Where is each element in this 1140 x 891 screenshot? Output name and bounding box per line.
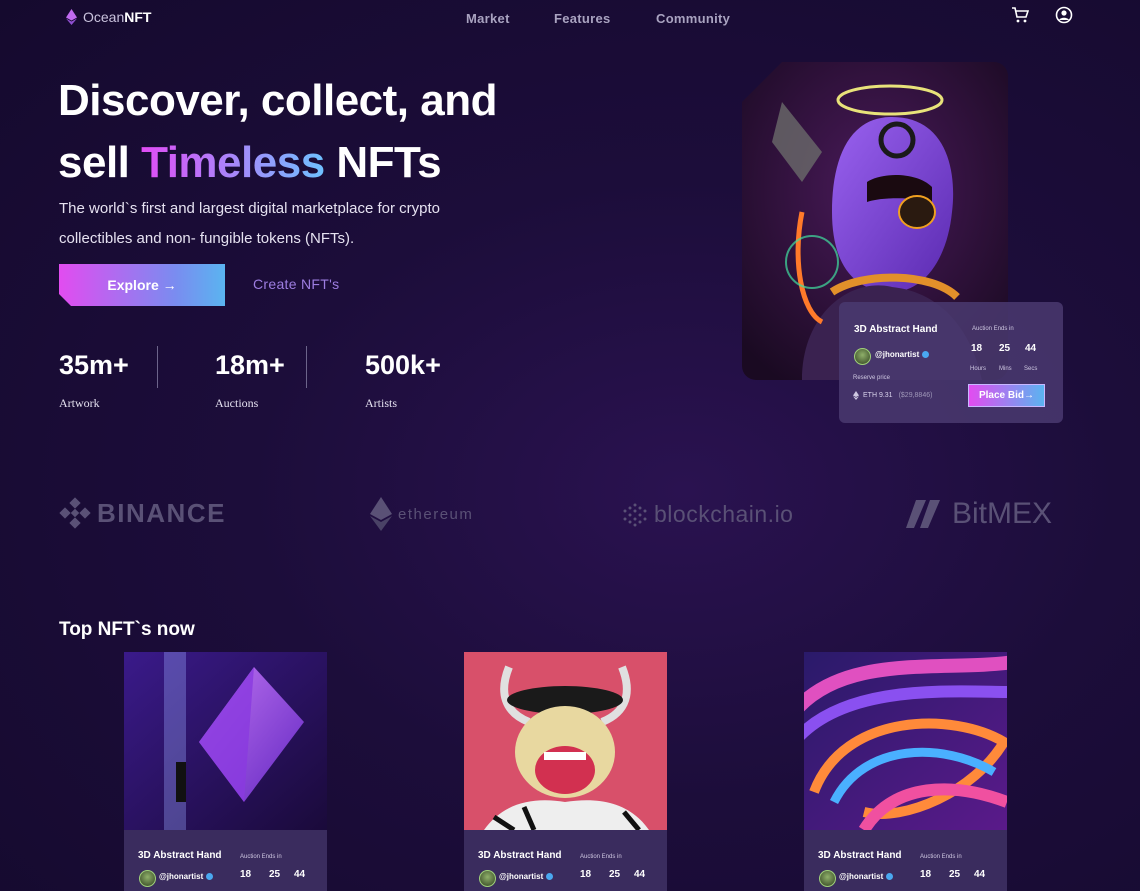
reserve-price-label: Reserve price xyxy=(853,375,891,381)
nft-card[interactable]: 3D Abstract Hand Auction Ends in @jhonar… xyxy=(464,652,667,891)
stat-divider xyxy=(157,346,158,388)
create-nft-link[interactable]: Create NFT's xyxy=(253,276,339,292)
countdown-hours: 18 xyxy=(971,343,983,354)
partner-binance-text: BINANCE xyxy=(97,497,226,528)
hours-label: Hours xyxy=(970,366,987,372)
stat-auctions-value: 18m+ xyxy=(215,350,285,380)
partner-blockchain-text: blockchain.io xyxy=(654,501,794,527)
nft-card-title: 3D Abstract Hand xyxy=(478,850,562,861)
countdown-secs: 44 xyxy=(634,869,646,880)
verified-icon xyxy=(546,873,554,880)
countdown-hours: 18 xyxy=(240,869,252,880)
artist-avatar xyxy=(819,870,836,887)
nav-link-market[interactable]: Market xyxy=(466,11,510,26)
ethereum-logo-icon xyxy=(66,9,77,25)
ethereum-icon xyxy=(853,391,859,400)
nft-card-image xyxy=(804,652,1007,834)
usd-price: ($29,8846) xyxy=(898,392,933,399)
nft-card-artist[interactable]: @jhonartist xyxy=(499,872,554,881)
countdown-hours: 18 xyxy=(580,869,592,880)
nft-card-info: 3D Abstract Hand Auction Ends in @jhonar… xyxy=(464,830,667,891)
hero-title-pre: sell xyxy=(58,138,142,187)
artist-avatar xyxy=(139,870,156,887)
nft-card-info: 3D Abstract Hand Auction Ends in @jhonar… xyxy=(804,830,1007,891)
place-bid-button[interactable]: Place Bid→ xyxy=(968,384,1045,407)
partner-binance[interactable]: BINANCE xyxy=(59,497,226,529)
bitmex-icon xyxy=(906,500,940,528)
cart-icon[interactable] xyxy=(1011,6,1029,24)
logo[interactable]: OceanNFT xyxy=(66,9,151,25)
hero-title-accent: Timeless xyxy=(141,138,325,187)
stat-artists-value: 500k+ xyxy=(365,350,441,380)
hero-title-post: NFTs xyxy=(324,138,442,187)
countdown-mins: 25 xyxy=(269,869,281,880)
artist-handle-text: @jhonartist xyxy=(875,350,920,359)
ethereum-icon xyxy=(370,497,392,531)
stat-auctions-label: Auctions xyxy=(215,396,259,410)
reserve-price: ETH 9.31 ($29,8846) xyxy=(853,391,932,400)
binance-icon xyxy=(59,497,91,529)
verified-icon xyxy=(886,873,894,880)
stat-divider xyxy=(306,346,307,388)
hero-subtitle: The world`s first and largest digital ma… xyxy=(59,200,440,247)
nft-card-auction-label: Auction Ends in xyxy=(580,854,622,860)
hero-title: Discover, collect, and sell Timeless NFT… xyxy=(58,70,497,194)
artist-avatar xyxy=(854,348,871,365)
countdown-hours: 18 xyxy=(920,869,932,880)
stat-artwork-label: Artwork xyxy=(59,396,100,410)
nft-card[interactable]: 3D Abstract Hand Auction Ends in @jhonar… xyxy=(804,652,1007,891)
partner-blockchain[interactable]: blockchain.io xyxy=(622,501,793,528)
nav-link-community[interactable]: Community xyxy=(656,11,730,26)
countdown-secs: 44 xyxy=(1025,343,1037,354)
mins-label: Mins xyxy=(999,366,1012,372)
eth-price: ETH 9.31 xyxy=(863,392,893,399)
nft-card-artist[interactable]: @jhonartist xyxy=(159,872,214,881)
secs-label: Secs xyxy=(1024,366,1038,372)
partner-ethereum-text: ethereum xyxy=(398,505,474,523)
stat-artwork-value: 35m+ xyxy=(59,350,129,380)
artist-handle[interactable]: @jhonartist xyxy=(875,350,930,359)
countdown-mins: 25 xyxy=(949,869,961,880)
artist-handle-text: @jhonartist xyxy=(159,872,204,881)
nft-card-title: 3D Abstract Hand xyxy=(138,850,222,861)
blockchain-icon xyxy=(623,503,647,526)
nft-card[interactable]: 3D Abstract Hand Auction Ends in @jhonar… xyxy=(124,652,327,891)
partner-bitmex-text: BitMEX xyxy=(952,497,1053,530)
countdown-mins: 25 xyxy=(609,869,621,880)
auction-ends-label: Auction Ends in xyxy=(972,326,1014,332)
nft-card-image xyxy=(124,652,327,830)
artist-avatar xyxy=(479,870,496,887)
logo-text-ocean: Ocean xyxy=(83,9,125,25)
hero-title-line1: Discover, collect, and xyxy=(58,76,497,125)
nft-card-title: 3D Abstract Hand xyxy=(818,850,902,861)
top-nav: OceanNFT Market Features Community xyxy=(0,0,1140,38)
featured-title: 3D Abstract Hand xyxy=(854,324,938,335)
countdown-secs: 44 xyxy=(974,869,986,880)
nav-link-features[interactable]: Features xyxy=(554,11,611,26)
artist-handle-text: @jhonartist xyxy=(499,872,544,881)
nft-card-artist[interactable]: @jhonartist xyxy=(839,872,894,881)
verified-icon xyxy=(206,873,214,880)
nft-card-auction-label: Auction Ends in xyxy=(920,854,962,860)
verified-icon xyxy=(922,351,930,358)
partner-bitmex[interactable]: BitMEX xyxy=(906,497,1052,531)
countdown-secs: 44 xyxy=(294,869,306,880)
nft-card-image xyxy=(464,652,667,833)
nft-card-info: 3D Abstract Hand Auction Ends in @jhonar… xyxy=(124,830,327,891)
top-nfts-title: Top NFT`s now xyxy=(59,619,195,640)
stat-artists-label: Artists xyxy=(365,396,398,410)
explore-button[interactable]: Explore → xyxy=(59,264,225,306)
user-icon[interactable] xyxy=(1055,6,1073,24)
countdown-mins: 25 xyxy=(999,343,1011,354)
partner-ethereum[interactable]: ethereum xyxy=(370,497,473,531)
featured-bid-card: 3D Abstract Hand @jhonartist Reserve pri… xyxy=(839,302,1063,423)
logo-text-nft: NFT xyxy=(124,9,152,25)
artist-handle-text: @jhonartist xyxy=(839,872,884,881)
nft-card-auction-label: Auction Ends in xyxy=(240,854,282,860)
